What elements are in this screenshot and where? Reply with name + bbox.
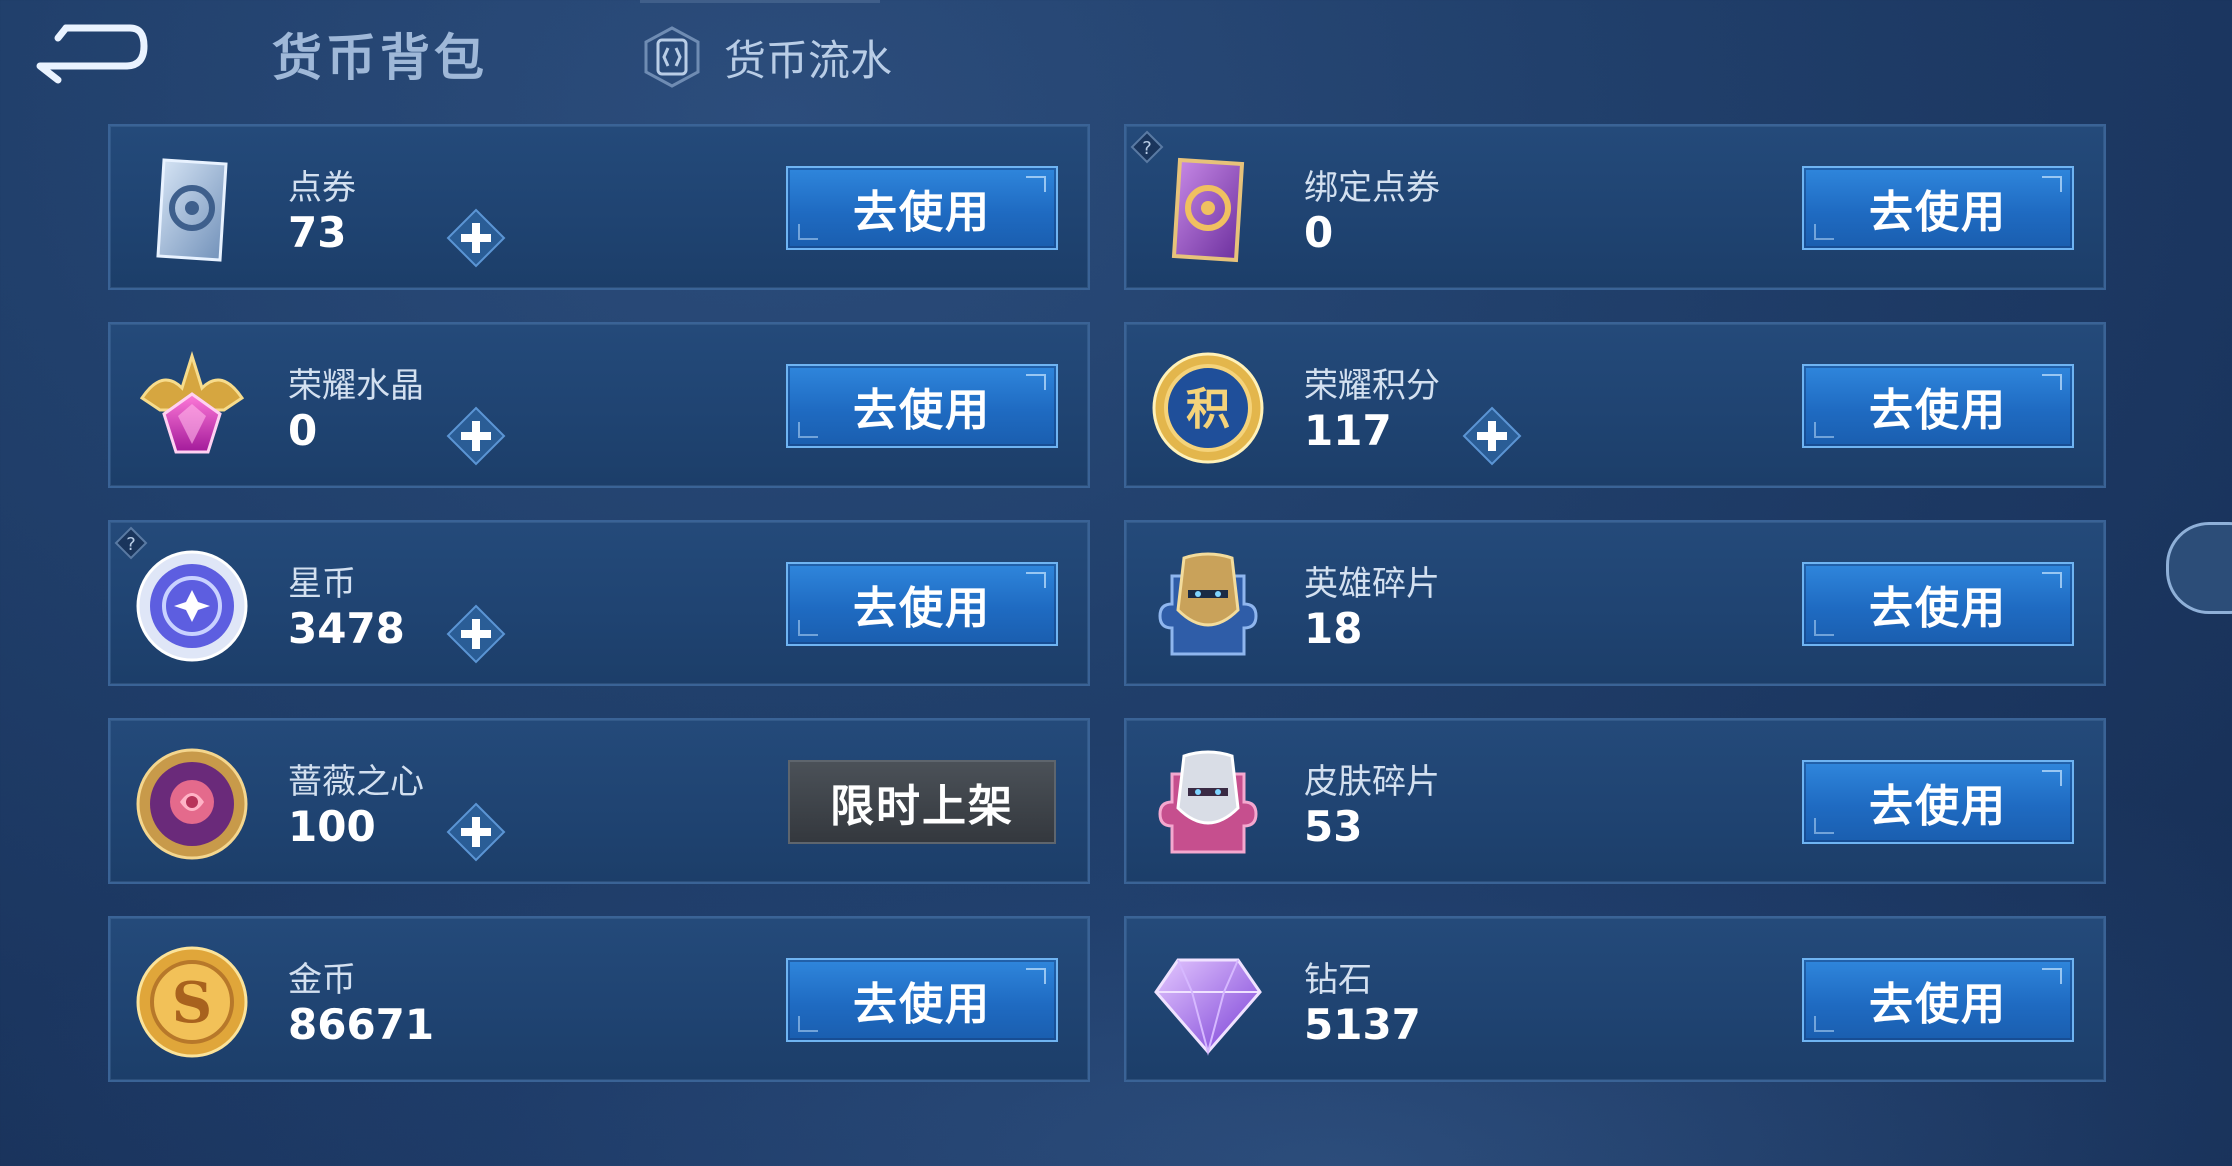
currency-name: 荣耀水晶 (288, 366, 424, 406)
currency-value: 86671 (288, 1000, 435, 1049)
currency-name: 皮肤碎片 (1304, 762, 1440, 802)
skin-fragment-icon (1158, 750, 1258, 854)
bound-coupon-icon (1171, 157, 1245, 263)
limited-time-button: 限时上架 (788, 760, 1056, 844)
currency-card-gold-coin: S 金币 86671 去使用 (108, 916, 1090, 1082)
use-button[interactable]: 去使用 (1802, 760, 2074, 844)
currency-flow-link[interactable]: 货币流水 (640, 24, 892, 90)
currency-name: 钻石 (1304, 960, 1372, 1000)
add-glory-points-button[interactable] (1462, 406, 1522, 466)
plus-icon (446, 604, 506, 664)
glory-points-icon: 积 (1152, 352, 1264, 464)
currency-value: 3478 (288, 604, 405, 653)
currency-name: 星币 (288, 564, 356, 604)
currency-value: 73 (288, 208, 347, 257)
plus-icon (446, 406, 506, 466)
currency-value: 53 (1304, 802, 1363, 851)
currency-card-skin-fragment: 皮肤碎片 53 去使用 (1124, 718, 2106, 884)
currency-card-star-coin: ? 星币 3478 去使用 (108, 520, 1090, 686)
gold-coin-icon: S (136, 946, 248, 1058)
currency-name: 英雄碎片 (1304, 564, 1440, 604)
currency-card-glory-points: 积 荣耀积分 117 去使用 (1124, 322, 2106, 488)
currency-card-hero-fragment: 英雄碎片 18 去使用 (1124, 520, 2106, 686)
rose-heart-icon (136, 748, 248, 860)
currency-name: 点券 (288, 168, 356, 208)
currency-name: 荣耀积分 (1304, 366, 1440, 406)
currency-value: 18 (1304, 604, 1363, 653)
side-drawer-handle[interactable] (2166, 522, 2232, 614)
use-button[interactable]: 去使用 (1802, 166, 2074, 250)
use-button[interactable]: 去使用 (1802, 562, 2074, 646)
use-button[interactable]: 去使用 (786, 562, 1058, 646)
currency-value: 117 (1304, 406, 1392, 455)
currency-flow-label: 货币流水 (724, 35, 893, 85)
hero-fragment-icon (1158, 552, 1258, 656)
currency-card-rose-heart: 蔷薇之心 100 限时上架 (108, 718, 1090, 884)
currency-card-glory-crystal: 荣耀水晶 0 去使用 (108, 322, 1090, 488)
header-divider (640, 0, 880, 3)
back-button[interactable] (30, 22, 150, 88)
currency-card-diamond: 钻石 5137 去使用 (1124, 916, 2106, 1082)
currency-value: 5137 (1304, 1000, 1421, 1049)
currency-name: 蔷薇之心 (288, 762, 424, 802)
coupon-icon (156, 158, 228, 262)
add-rose-heart-button[interactable] (446, 802, 506, 862)
currency-value: 100 (288, 802, 376, 851)
use-button[interactable]: 去使用 (786, 958, 1058, 1042)
page-title: 货币背包 (272, 29, 488, 87)
use-button[interactable]: 去使用 (786, 166, 1058, 250)
plus-icon (446, 208, 506, 268)
add-star-coin-button[interactable] (446, 604, 506, 664)
use-button[interactable]: 去使用 (786, 364, 1058, 448)
currency-card-bound-coupon: ? 绑定点券 0 去使用 (1124, 124, 2106, 290)
currency-name: 绑定点券 (1304, 168, 1440, 208)
add-coupon-button[interactable] (446, 208, 506, 268)
currency-value: 0 (288, 406, 318, 455)
currency-name: 金币 (288, 960, 356, 1000)
use-button[interactable]: 去使用 (1802, 364, 2074, 448)
back-arrow-icon (36, 24, 148, 84)
plus-icon (1462, 406, 1522, 466)
currency-card-coupon: 点券 73 去使用 (108, 124, 1090, 290)
currency-value: 0 (1304, 208, 1334, 257)
svg-text:S: S (172, 970, 212, 1036)
glory-crystal-icon (139, 350, 245, 454)
diamond-icon (1154, 958, 1262, 1056)
star-coin-icon (136, 550, 248, 662)
svg-text:积: 积 (1186, 384, 1230, 435)
add-glory-crystal-button[interactable] (446, 406, 506, 466)
use-button[interactable]: 去使用 (1802, 958, 2074, 1042)
currency-flow-icon (644, 26, 700, 88)
plus-icon (446, 802, 506, 862)
